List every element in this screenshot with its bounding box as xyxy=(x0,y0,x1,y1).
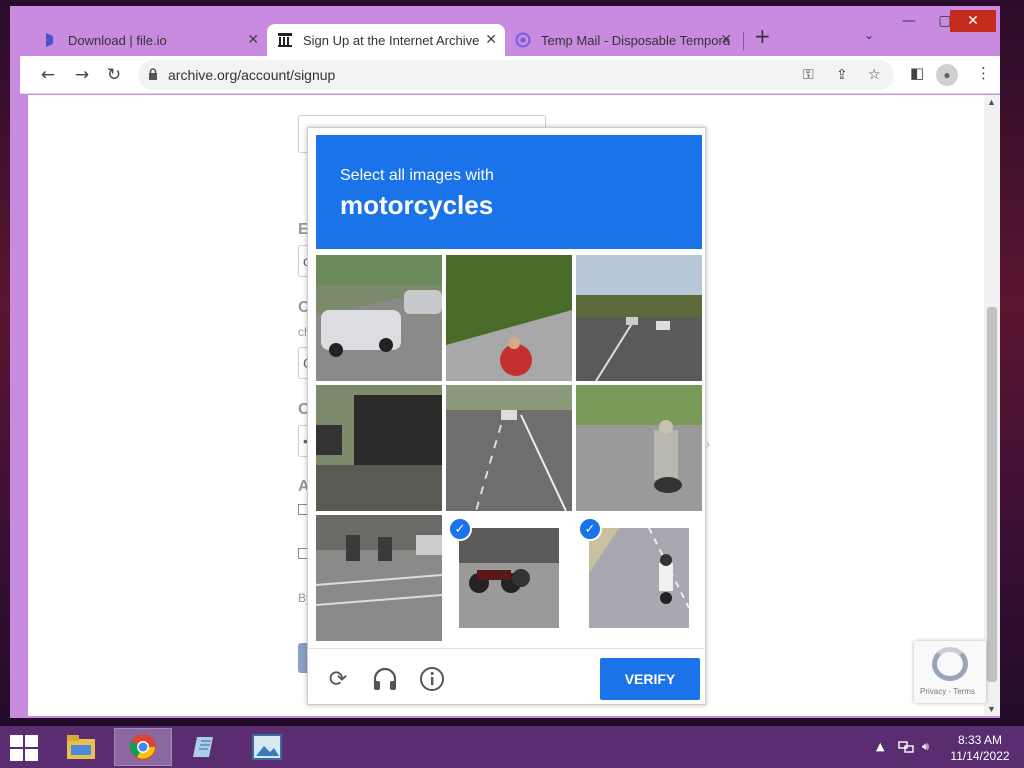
tile-image xyxy=(589,528,689,628)
key-icon[interactable]: ⚿ xyxy=(803,67,814,83)
tile-image xyxy=(576,255,702,381)
volume-icon[interactable]: 🔊︎ xyxy=(922,740,929,754)
fileio-icon xyxy=(42,32,58,48)
lock-icon xyxy=(138,67,168,83)
address-bar[interactable]: archive.org/account/signup ⚿ ⇪ ☆ xyxy=(138,60,894,90)
scroll-down-icon[interactable]: ▼ xyxy=(987,704,996,714)
tab-fileio[interactable]: Download | file.io ✕ xyxy=(32,24,267,56)
internet-archive-icon xyxy=(277,32,293,48)
clock-date: 11/14/2022 xyxy=(950,749,1010,763)
url-text: archive.org/account/signup xyxy=(168,67,336,83)
back-arrow-icon[interactable]: ← xyxy=(36,63,60,87)
tab-label: Temp Mail - Disposable Tempora xyxy=(541,32,731,48)
scroll-thumb[interactable] xyxy=(987,307,997,682)
tile-image xyxy=(459,528,559,628)
captcha-tile-2[interactable] xyxy=(446,255,572,381)
tile-image xyxy=(446,255,572,381)
profile-icon[interactable]: ● xyxy=(936,64,958,86)
captcha-grid: ✓ ✓ xyxy=(316,255,702,641)
selected-check-icon: ✓ xyxy=(448,517,472,541)
taskbar: ▲ 🔊︎ 8:33 AM 11/14/2022 xyxy=(0,726,1024,768)
share-icon[interactable]: ⇪ xyxy=(836,67,848,83)
recaptcha-logo-icon xyxy=(932,647,968,681)
captcha-pointer: › xyxy=(706,437,710,451)
chrome-window: — ▢ ✕ Download | file.io ✕ Sign Up at th… xyxy=(10,6,1000,718)
tile-image xyxy=(316,255,442,381)
tile-image xyxy=(316,385,442,511)
browser-toolbar: ← → ↻ archive.org/account/signup ⚿ ⇪ ☆ ◧… xyxy=(20,56,1000,94)
windows-start-icon[interactable] xyxy=(10,735,38,761)
captcha-target: motorcycles xyxy=(340,190,494,220)
tab-internet-archive[interactable]: Sign Up at the Internet Archive ✕ xyxy=(267,24,505,56)
captcha-tile-1[interactable] xyxy=(316,255,442,381)
new-tab-button[interactable]: + xyxy=(754,24,771,48)
tab-temp-mail[interactable]: Temp Mail - Disposable Tempora ✕ xyxy=(505,24,740,56)
captcha-challenge: Select all images with motorcycles ✓ ✓ ⟳… xyxy=(307,127,707,706)
menu-dots-icon[interactable]: ⋮ xyxy=(976,64,991,82)
info-icon[interactable] xyxy=(418,665,446,693)
show-hidden-icons[interactable]: ▲ xyxy=(876,740,884,753)
captcha-footer: ⟳ VERIFY xyxy=(308,648,707,706)
file-explorer-icon[interactable] xyxy=(52,728,110,766)
captcha-tile-3[interactable] xyxy=(576,255,702,381)
captcha-tile-6[interactable] xyxy=(576,385,702,511)
captcha-tile-8[interactable]: ✓ xyxy=(446,515,572,641)
captcha-header: Select all images with motorcycles xyxy=(316,135,702,249)
tab-label: Sign Up at the Internet Archive xyxy=(303,32,480,48)
notepad-icon[interactable] xyxy=(176,728,234,766)
reload-icon[interactable]: ⟳ xyxy=(324,665,352,693)
recaptcha-badge[interactable]: Privacy - Terms xyxy=(914,641,986,703)
network-icon[interactable] xyxy=(898,740,914,757)
tab-label: Download | file.io xyxy=(68,32,167,48)
tile-image xyxy=(446,385,572,511)
reload-page-icon[interactable]: ↻ xyxy=(102,63,126,87)
scroll-up-icon[interactable]: ▲ xyxy=(987,97,996,107)
captcha-tile-9[interactable]: ✓ xyxy=(576,515,702,641)
tab-separator xyxy=(743,32,744,50)
photos-icon[interactable] xyxy=(238,728,296,766)
tile-image xyxy=(576,385,702,511)
system-clock[interactable]: 8:33 AM 11/14/2022 xyxy=(944,732,1016,764)
page-viewport: E c C ch C C • A By ▲ ▼ Privacy - Terms … xyxy=(28,95,1000,716)
tab-search-button[interactable]: ⌄ xyxy=(864,28,874,42)
captcha-tile-7[interactable] xyxy=(316,515,442,641)
tab-strip: Download | file.io ✕ Sign Up at the Inte… xyxy=(10,20,1000,56)
captcha-tile-5[interactable] xyxy=(446,385,572,511)
verify-button[interactable]: VERIFY xyxy=(600,658,700,700)
page-scrollbar[interactable]: ▲ ▼ xyxy=(984,95,1000,716)
tile-image xyxy=(316,515,442,641)
clock-time: 8:33 AM xyxy=(957,733,1003,747)
recaptcha-privacy-terms[interactable]: Privacy - Terms xyxy=(920,687,975,696)
headphones-icon[interactable] xyxy=(371,665,399,693)
tempmail-icon xyxy=(515,32,531,48)
chrome-icon[interactable] xyxy=(114,728,172,766)
close-tab-icon[interactable]: ✕ xyxy=(485,32,497,48)
bookmark-star-icon[interactable]: ☆ xyxy=(868,67,881,83)
close-tab-icon[interactable]: ✕ xyxy=(247,32,259,48)
side-panel-icon[interactable]: ◧ xyxy=(910,64,924,82)
selected-check-icon: ✓ xyxy=(578,517,602,541)
forward-arrow-icon[interactable]: → xyxy=(70,63,94,87)
captcha-tile-4[interactable] xyxy=(316,385,442,511)
captcha-instruction: Select all images with xyxy=(340,167,494,184)
close-tab-icon[interactable]: ✕ xyxy=(720,32,732,48)
